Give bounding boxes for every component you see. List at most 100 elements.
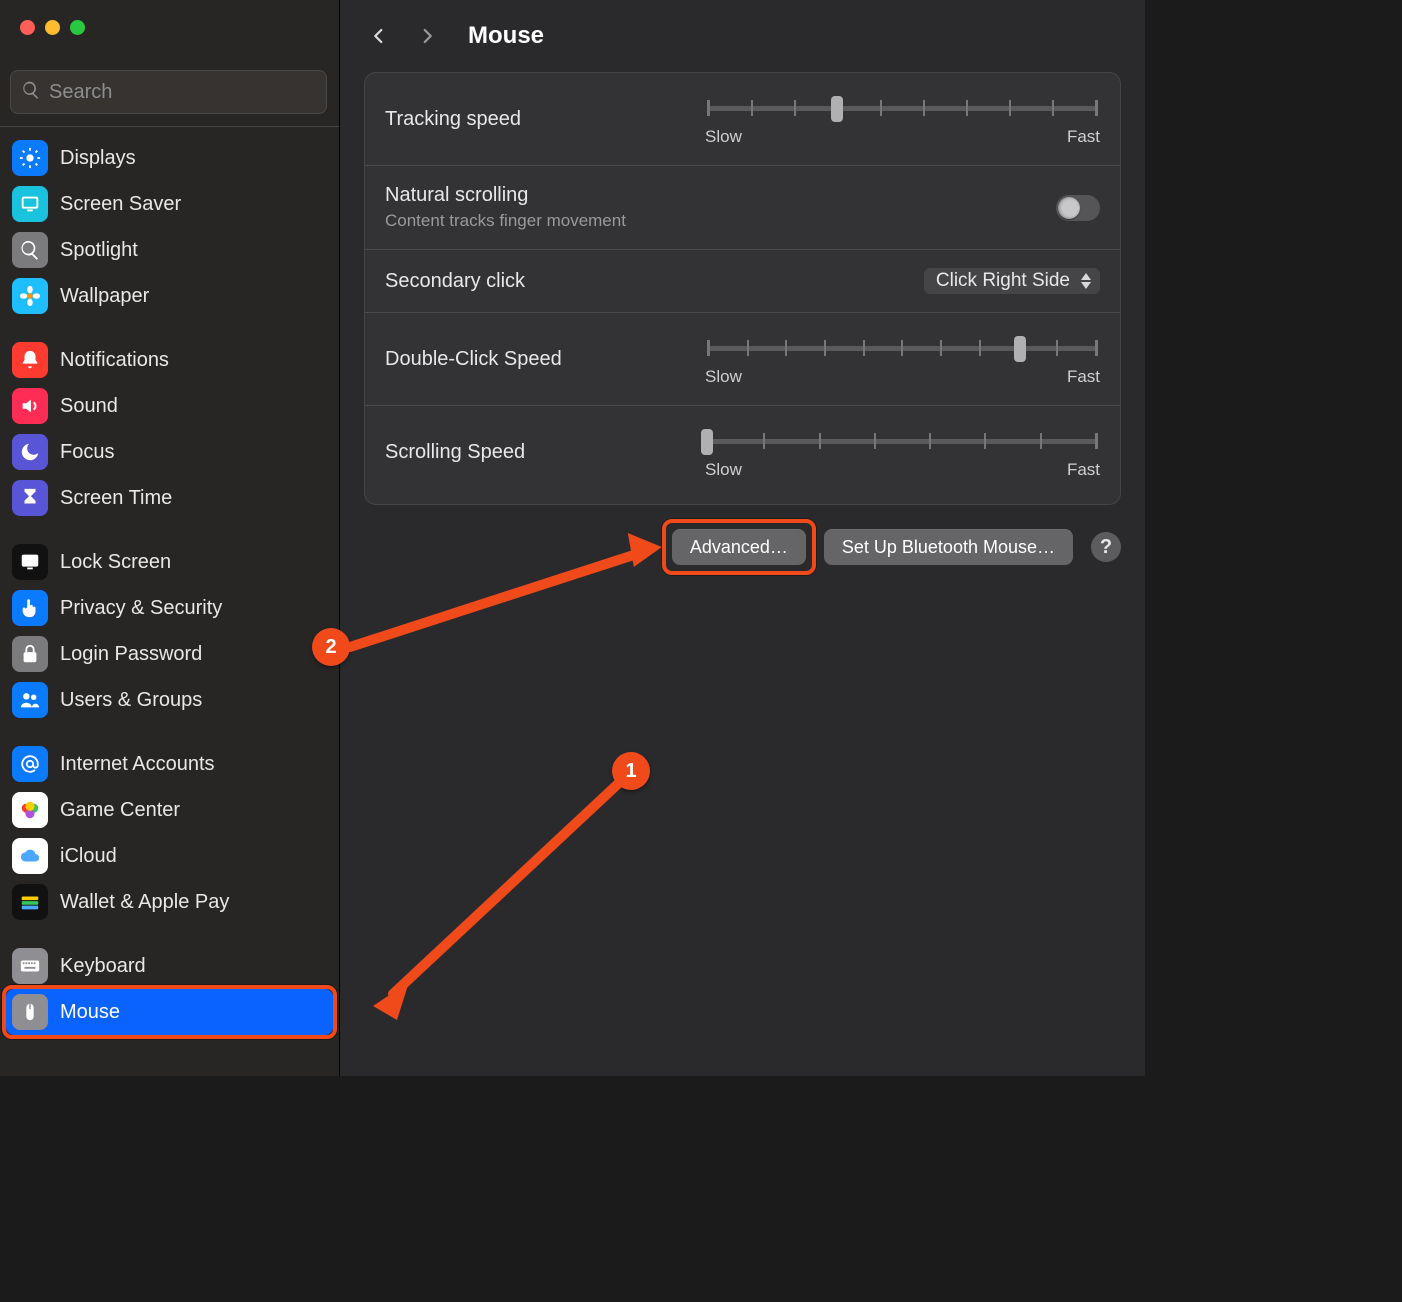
sidebar-item-icloud[interactable]: iCloud <box>6 833 333 879</box>
fast-label: Fast <box>1067 460 1100 480</box>
natural-scrolling-sub: Content tracks finger movement <box>385 211 1036 231</box>
sidebar-item-label: Spotlight <box>60 239 138 262</box>
close-window-button[interactable] <box>20 20 35 35</box>
main-content: Mouse Tracking speed Slow Fast <box>340 0 1145 1076</box>
sidebar-item-label: Displays <box>60 147 136 170</box>
secondary-click-dropdown[interactable]: Click Right Side <box>924 268 1100 294</box>
tracking-speed-slider[interactable] <box>707 97 1098 119</box>
sidebar-item-mouse[interactable]: Mouse <box>6 989 333 1035</box>
row-natural-scrolling: Natural scrolling Content tracks finger … <box>365 166 1120 250</box>
sidebar-item-screen-saver[interactable]: Screen Saver <box>6 181 333 227</box>
double-click-speed-slider[interactable] <box>707 337 1098 359</box>
search-placeholder: Search <box>49 81 112 104</box>
natural-scrolling-label: Natural scrolling <box>385 184 1036 207</box>
header: Mouse <box>340 0 1145 72</box>
zoom-window-button[interactable] <box>70 20 85 35</box>
cloud-icon <box>12 838 48 874</box>
sidebar-item-label: Notifications <box>60 349 169 372</box>
slow-label: Slow <box>705 127 742 147</box>
sidebar-item-login-password[interactable]: Login Password <box>6 631 333 677</box>
sidebar-item-game-center[interactable]: Game Center <box>6 787 333 833</box>
sidebar-item-lock-screen[interactable]: Lock Screen <box>6 539 333 585</box>
sidebar-item-privacy-security[interactable]: Privacy & Security <box>6 585 333 631</box>
sidebar-item-sound[interactable]: Sound <box>6 383 333 429</box>
sidebar-item-label: Screen Saver <box>60 193 181 216</box>
row-double-click-speed: Double-Click Speed Slow Fast <box>365 313 1120 406</box>
moon-icon <box>12 434 48 470</box>
keyboard-icon <box>12 948 48 984</box>
scrolling-speed-label: Scrolling Speed <box>385 441 685 464</box>
sidebar-item-label: Screen Time <box>60 487 172 510</box>
nav-forward-button[interactable] <box>412 21 442 51</box>
fast-label: Fast <box>1067 127 1100 147</box>
padlock-icon <box>12 636 48 672</box>
bell-icon <box>12 342 48 378</box>
speaker-icon <box>12 388 48 424</box>
sidebar-item-label: Internet Accounts <box>60 753 215 776</box>
window-controls <box>0 0 339 52</box>
gamecenter-icon <box>12 792 48 828</box>
search-icon <box>21 80 41 105</box>
secondary-click-value: Click Right Side <box>936 270 1070 292</box>
help-icon: ? <box>1100 536 1112 559</box>
hand-icon <box>12 590 48 626</box>
updown-icon <box>1078 270 1094 292</box>
sidebar-item-label: Privacy & Security <box>60 597 222 620</box>
sidebar-item-spotlight[interactable]: Spotlight <box>6 227 333 273</box>
sidebar-item-label: Focus <box>60 441 114 464</box>
sidebar-item-label: iCloud <box>60 845 117 868</box>
sidebar-item-displays[interactable]: Displays <box>6 135 333 181</box>
natural-scrolling-toggle[interactable] <box>1056 195 1100 221</box>
at-icon <box>12 746 48 782</box>
sun-icon <box>12 140 48 176</box>
row-scrolling-speed: Scrolling Speed Slow Fast <box>365 406 1120 504</box>
mouse-icon <box>12 994 48 1030</box>
settings-panel: Tracking speed Slow Fast Natural scrolli… <box>364 72 1121 505</box>
sidebar-item-internet-accounts[interactable]: Internet Accounts <box>6 741 333 787</box>
tracking-speed-label: Tracking speed <box>385 108 685 131</box>
setup-bluetooth-mouse-label: Set Up Bluetooth Mouse… <box>842 537 1055 558</box>
page-title: Mouse <box>468 22 544 50</box>
row-tracking-speed: Tracking speed Slow Fast <box>365 73 1120 166</box>
sidebar-item-wallpaper[interactable]: Wallpaper <box>6 273 333 319</box>
sidebar-item-label: Wallet & Apple Pay <box>60 891 229 914</box>
double-click-speed-label: Double-Click Speed <box>385 348 685 371</box>
fast-label: Fast <box>1067 367 1100 387</box>
advanced-button[interactable]: Advanced… <box>672 529 806 565</box>
sidebar-item-focus[interactable]: Focus <box>6 429 333 475</box>
users-icon <box>12 682 48 718</box>
minimize-window-button[interactable] <box>45 20 60 35</box>
scrolling-speed-slider[interactable] <box>707 430 1098 452</box>
setup-bluetooth-mouse-button[interactable]: Set Up Bluetooth Mouse… <box>824 529 1073 565</box>
sidebar-list: Displays Screen Saver Spotlight Wallpaper No… <box>0 131 339 1035</box>
sidebar-item-notifications[interactable]: Notifications <box>6 337 333 383</box>
slow-label: Slow <box>705 367 742 387</box>
sidebar-item-label: Lock Screen <box>60 551 171 574</box>
sidebar-item-label: Mouse <box>60 1001 120 1024</box>
sidebar-item-label: Keyboard <box>60 955 146 978</box>
secondary-click-label: Secondary click <box>385 270 525 293</box>
help-button[interactable]: ? <box>1091 532 1121 562</box>
search-input[interactable]: Search <box>10 70 327 114</box>
nav-back-button[interactable] <box>364 21 394 51</box>
sidebar-item-wallet-apple-pay[interactable]: Wallet & Apple Pay <box>6 879 333 925</box>
lock-icon <box>12 544 48 580</box>
sidebar-item-label: Users & Groups <box>60 689 202 712</box>
sidebar: Search Displays Screen Saver Spotlight Wall… <box>0 0 340 1076</box>
flower-icon <box>12 278 48 314</box>
sidebar-item-label: Sound <box>60 395 118 418</box>
sidebar-item-label: Login Password <box>60 643 202 666</box>
screensaver-icon <box>12 186 48 222</box>
search-icon <box>12 232 48 268</box>
footer: Advanced… Set Up Bluetooth Mouse… ? <box>340 505 1145 565</box>
advanced-button-label: Advanced… <box>690 537 788 558</box>
sidebar-item-label: Wallpaper <box>60 285 149 308</box>
system-settings-window: Search Displays Screen Saver Spotlight Wall… <box>0 0 1145 1076</box>
sidebar-item-screen-time[interactable]: Screen Time <box>6 475 333 521</box>
hourglass-icon <box>12 480 48 516</box>
sidebar-item-label: Game Center <box>60 799 180 822</box>
slow-label: Slow <box>705 460 742 480</box>
sidebar-item-keyboard[interactable]: Keyboard <box>6 943 333 989</box>
sidebar-item-users-groups[interactable]: Users & Groups <box>6 677 333 723</box>
wallet-icon <box>12 884 48 920</box>
